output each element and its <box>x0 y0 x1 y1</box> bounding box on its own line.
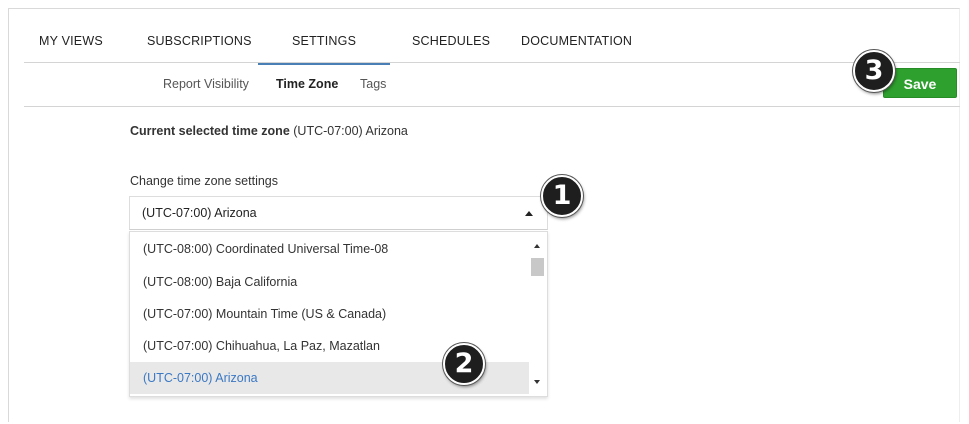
callout-badge-2: 2 <box>443 343 485 385</box>
current-time-zone-label: Current selected time zone <box>130 124 290 138</box>
scroll-thumb[interactable] <box>531 258 544 276</box>
time-zone-select[interactable]: (UTC-07:00) Arizona <box>129 196 548 230</box>
time-zone-option[interactable]: (UTC-08:00) Baja California <box>130 266 529 298</box>
time-zone-dropdown-list[interactable]: (UTC-08:00) Coordinated Universal Time-0… <box>129 231 548 397</box>
time-zone-select-value: (UTC-07:00) Arizona <box>142 206 257 220</box>
tab-settings[interactable]: SETTINGS <box>257 34 391 65</box>
tab-schedules[interactable]: SCHEDULES <box>412 34 490 48</box>
time-zone-option[interactable]: (UTC-08:00) Coordinated Universal Time-0… <box>130 233 529 265</box>
current-time-zone-value: (UTC-07:00) Arizona <box>293 124 408 138</box>
time-zone-option[interactable]: (UTC-07:00) Mountain Time (US & Canada) <box>130 298 529 330</box>
subtab-time-zone[interactable]: Time Zone <box>276 77 338 91</box>
tab-documentation[interactable]: DOCUMENTATION <box>521 34 632 48</box>
callout-badge-3: 3 <box>853 50 895 92</box>
dropdown-scrollbar[interactable] <box>529 232 547 396</box>
scroll-down-icon[interactable] <box>534 380 540 384</box>
tab-subscriptions[interactable]: SUBSCRIPTIONS <box>147 34 252 48</box>
subtab-tags[interactable]: Tags <box>360 77 386 91</box>
change-time-zone-label: Change time zone settings <box>130 174 279 188</box>
sub-tabs: Report Visibility Time Zone Tags <box>24 62 960 107</box>
subtab-report-visibility[interactable]: Report Visibility <box>163 77 249 91</box>
tab-my-views[interactable]: MY VIEWS <box>39 34 103 48</box>
scroll-up-icon[interactable] <box>534 244 540 248</box>
caret-up-icon[interactable] <box>525 211 533 216</box>
main-tabs: MY VIEWS SUBSCRIPTIONS SETTINGS SCHEDULE… <box>24 22 960 65</box>
callout-badge-1: 1 <box>541 175 583 217</box>
current-time-zone: Current selected time zone (UTC-07:00) A… <box>130 124 408 138</box>
